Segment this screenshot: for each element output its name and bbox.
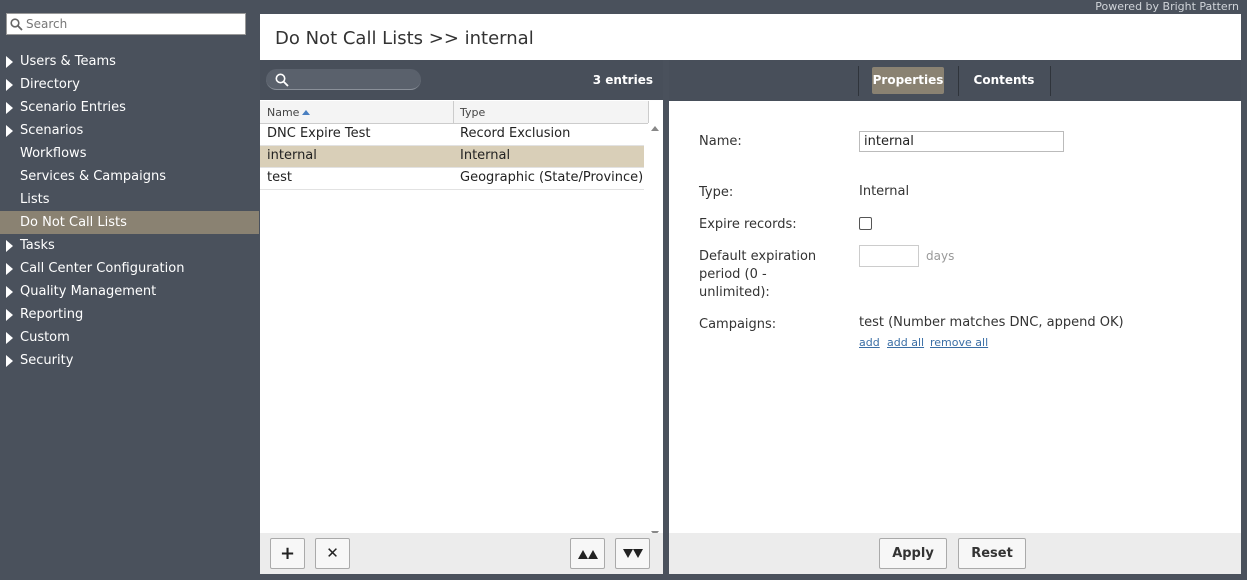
name-label: Name: bbox=[699, 134, 742, 149]
sidebar-item-scenario-entries[interactable]: Scenario Entries bbox=[0, 96, 259, 119]
default-expiration-field[interactable] bbox=[859, 245, 919, 267]
sidebar-item-lists[interactable]: Lists bbox=[0, 188, 259, 211]
default-expiration-label-line1: Default expiration bbox=[699, 249, 817, 264]
column-header-name[interactable]: Name bbox=[267, 106, 311, 119]
properties-pane: Properties Contents Name: Type: Internal… bbox=[669, 60, 1241, 574]
expire-records-checkbox[interactable] bbox=[859, 217, 872, 230]
sidebar-item-label: Scenarios bbox=[20, 123, 84, 138]
double-arrow-up-icon bbox=[577, 550, 598, 559]
default-expiration-label-line3: unlimited): bbox=[699, 285, 770, 300]
name-field[interactable] bbox=[859, 131, 1064, 152]
list-scrollbar[interactable] bbox=[648, 124, 663, 536]
properties-bottom-bar: Apply Reset bbox=[669, 533, 1241, 574]
type-value: Internal bbox=[859, 184, 910, 199]
sidebar-item-users-teams[interactable]: Users & Teams bbox=[0, 50, 259, 73]
row-name: test bbox=[267, 170, 292, 185]
default-expiration-label-line2: period (0 - bbox=[699, 267, 767, 282]
list-toolbar: 3 entries bbox=[260, 60, 663, 100]
move-to-bottom-button[interactable] bbox=[615, 538, 650, 569]
search-icon bbox=[10, 18, 23, 31]
apply-button[interactable]: Apply bbox=[879, 538, 947, 569]
list-bottom-bar: + ✕ bbox=[260, 533, 663, 574]
expand-arrow-icon[interactable] bbox=[6, 102, 13, 114]
sidebar-item-label: Quality Management bbox=[20, 284, 157, 299]
sidebar: Users & Teams Directory Scenario Entries Sc… bbox=[0, 0, 259, 580]
add-button[interactable]: + bbox=[270, 538, 305, 569]
expand-arrow-icon[interactable] bbox=[6, 240, 13, 252]
sidebar-item-quality-management[interactable]: Quality Management bbox=[0, 280, 259, 303]
tab-contents[interactable]: Contents bbox=[959, 67, 1049, 94]
sidebar-item-label: Custom bbox=[20, 330, 70, 345]
powered-by-label: Powered by Bright Pattern bbox=[1095, 0, 1239, 13]
main-panel: Do Not Call Lists >> internal 3 entries … bbox=[260, 14, 1241, 574]
sidebar-item-label: Call Center Configuration bbox=[20, 261, 185, 276]
sidebar-item-label: Security bbox=[20, 353, 74, 368]
days-unit-label: days bbox=[926, 249, 955, 263]
sidebar-search[interactable] bbox=[6, 13, 246, 35]
sort-ascending-icon bbox=[302, 110, 311, 115]
entries-count: 3 entries bbox=[592, 73, 653, 87]
expand-arrow-icon[interactable] bbox=[6, 263, 13, 275]
row-name: DNC Expire Test bbox=[267, 126, 371, 141]
sidebar-item-label: Lists bbox=[20, 192, 50, 207]
table-row[interactable]: test Geographic (State/Province) bbox=[260, 168, 644, 190]
expand-arrow-icon[interactable] bbox=[6, 125, 13, 137]
sidebar-item-label: Tasks bbox=[20, 238, 55, 253]
remove-all-campaigns-link[interactable]: remove all bbox=[930, 336, 988, 349]
campaigns-value: test (Number matches DNC, append OK) bbox=[859, 315, 1124, 330]
sidebar-item-label: Users & Teams bbox=[20, 54, 116, 69]
expand-arrow-icon[interactable] bbox=[6, 309, 13, 321]
tab-properties[interactable]: Properties bbox=[872, 67, 944, 94]
sidebar-item-label: Scenario Entries bbox=[20, 100, 126, 115]
campaigns-label: Campaigns: bbox=[699, 317, 777, 332]
expand-arrow-icon[interactable] bbox=[6, 56, 13, 68]
sidebar-item-security[interactable]: Security bbox=[0, 349, 259, 372]
table-row-selected[interactable]: internal Internal bbox=[260, 146, 644, 168]
add-campaign-link[interactable]: add bbox=[859, 336, 880, 349]
reset-button[interactable]: Reset bbox=[958, 538, 1026, 569]
sidebar-item-label: Workflows bbox=[20, 146, 87, 161]
column-header-type[interactable]: Type bbox=[460, 106, 485, 119]
list-search-field[interactable] bbox=[266, 69, 421, 90]
sidebar-nav: Users & Teams Directory Scenario Entries Sc… bbox=[0, 50, 259, 372]
sidebar-item-directory[interactable]: Directory bbox=[0, 73, 259, 96]
grid-header: Name Type bbox=[260, 101, 649, 124]
sidebar-item-tasks[interactable]: Tasks bbox=[0, 234, 259, 257]
sidebar-item-reporting[interactable]: Reporting bbox=[0, 303, 259, 326]
row-type: Geographic (State/Province) bbox=[460, 170, 644, 185]
scroll-up-icon[interactable] bbox=[651, 126, 659, 131]
row-type: Internal bbox=[460, 148, 511, 163]
expand-arrow-icon[interactable] bbox=[6, 332, 13, 344]
sidebar-search-input[interactable] bbox=[26, 15, 241, 33]
list-rows: DNC Expire Test Record Exclusion interna… bbox=[260, 124, 644, 190]
page-title: Do Not Call Lists >> internal bbox=[275, 28, 534, 49]
row-type: Record Exclusion bbox=[460, 126, 571, 141]
row-name: internal bbox=[267, 148, 317, 163]
sidebar-item-call-center-configuration[interactable]: Call Center Configuration bbox=[0, 257, 259, 280]
expand-arrow-icon[interactable] bbox=[6, 355, 13, 367]
sidebar-item-services-campaigns[interactable]: Services & Campaigns bbox=[0, 165, 259, 188]
move-to-top-button[interactable] bbox=[570, 538, 605, 569]
sidebar-item-label: Directory bbox=[20, 77, 80, 92]
table-row[interactable]: DNC Expire Test Record Exclusion bbox=[260, 124, 644, 146]
double-arrow-down-icon bbox=[622, 549, 643, 558]
sidebar-item-scenarios[interactable]: Scenarios bbox=[0, 119, 259, 142]
search-icon bbox=[275, 73, 289, 87]
sidebar-item-label: Do Not Call Lists bbox=[20, 215, 127, 230]
list-pane: 3 entries Name Type DNC Expire Test Reco… bbox=[260, 60, 663, 574]
expand-arrow-icon[interactable] bbox=[6, 79, 13, 91]
sidebar-item-custom[interactable]: Custom bbox=[0, 326, 259, 349]
sidebar-item-do-not-call-lists[interactable]: Do Not Call Lists bbox=[0, 211, 259, 234]
expand-arrow-icon[interactable] bbox=[6, 286, 13, 298]
add-all-campaigns-link[interactable]: add all bbox=[887, 336, 924, 349]
sidebar-item-label: Services & Campaigns bbox=[20, 169, 167, 184]
sidebar-item-workflows[interactable]: Workflows bbox=[0, 142, 259, 165]
sidebar-item-label: Reporting bbox=[20, 307, 84, 322]
delete-button[interactable]: ✕ bbox=[315, 538, 350, 569]
type-label: Type: bbox=[699, 185, 734, 200]
expire-records-label: Expire records: bbox=[699, 217, 797, 232]
properties-toolbar: Properties Contents bbox=[669, 60, 1241, 101]
